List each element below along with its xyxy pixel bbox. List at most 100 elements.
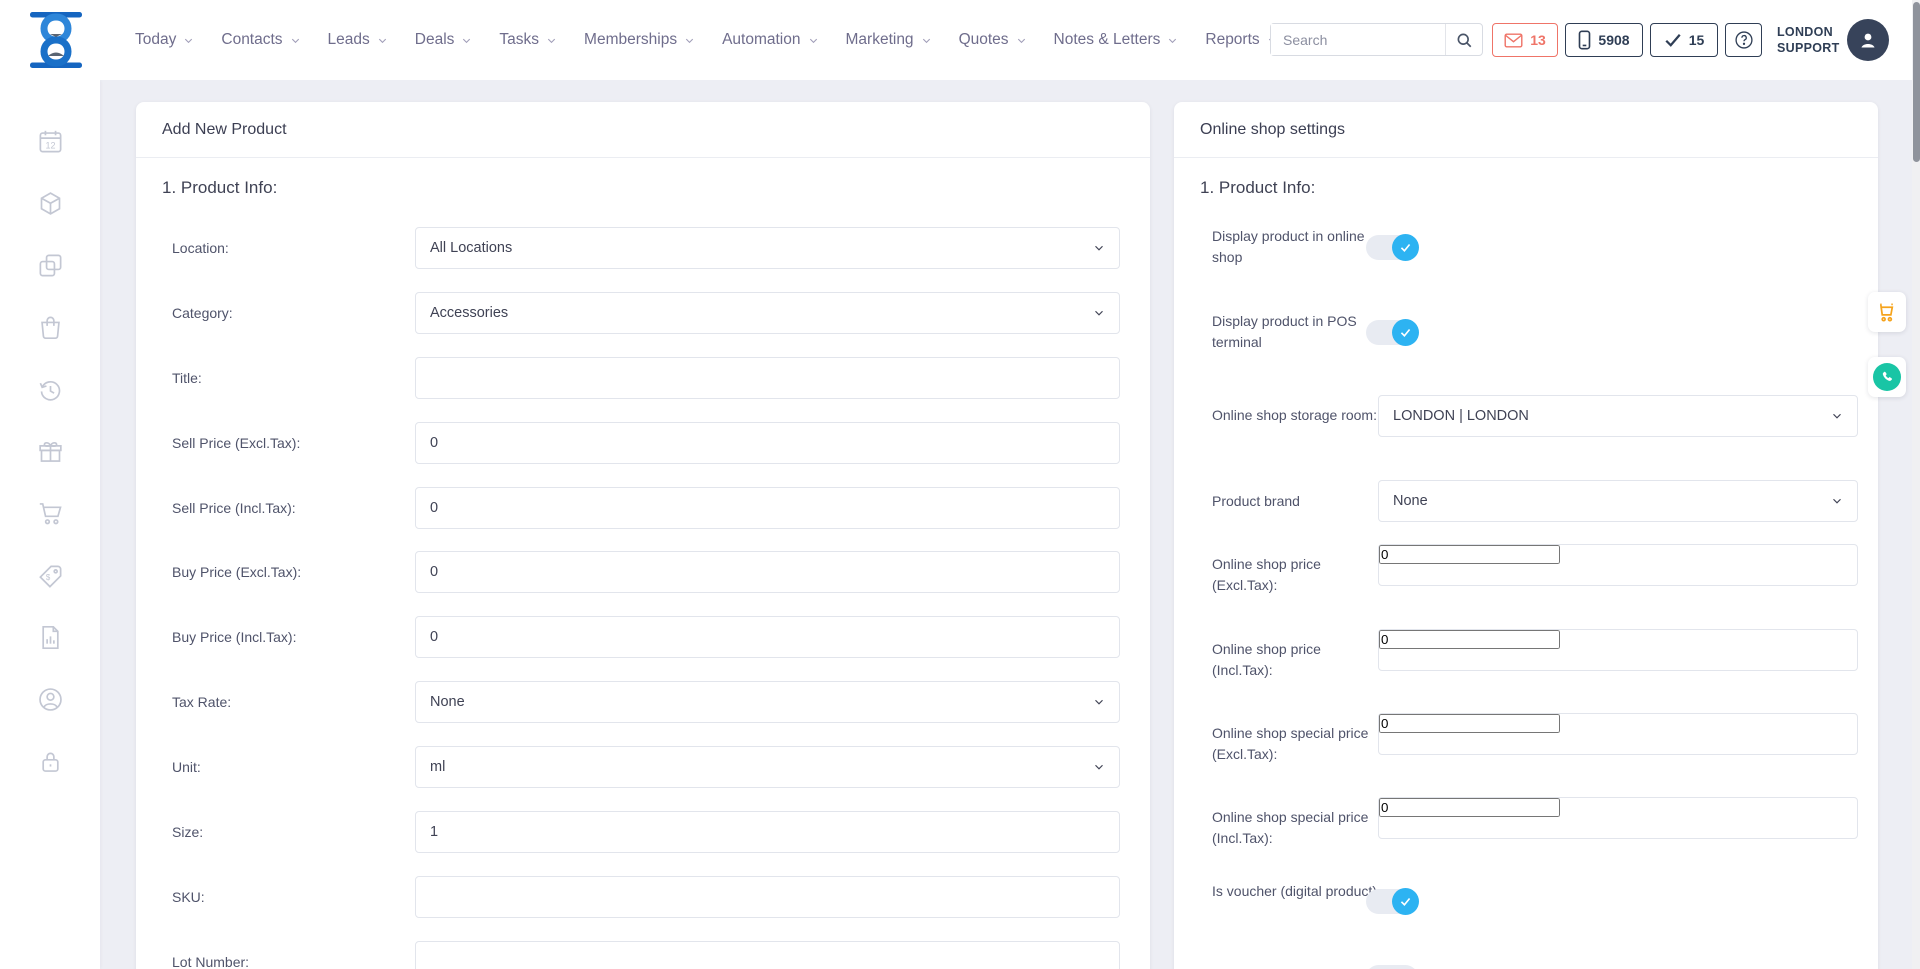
gift-icon[interactable] xyxy=(37,438,64,465)
unit-select[interactable]: ml xyxy=(415,746,1120,788)
nav-deals[interactable]: Deals xyxy=(415,31,473,49)
field-label: Buy Price (Incl.Tax): xyxy=(172,629,296,645)
copy-icon[interactable] xyxy=(37,252,64,279)
chevron-down-icon xyxy=(546,35,557,46)
check-icon xyxy=(1399,241,1412,254)
field-label: Tax Rate: xyxy=(172,694,231,710)
title-input[interactable] xyxy=(416,358,1119,398)
online-shop-price-excl-input[interactable] xyxy=(1379,545,1560,564)
call-quick-button[interactable] xyxy=(1868,357,1906,397)
messages-count: 13 xyxy=(1530,32,1546,48)
form-row-tax-rate: Tax Rate: None xyxy=(136,681,1150,723)
page-scrollbar[interactable] xyxy=(1912,0,1920,969)
user-icon xyxy=(1856,28,1880,52)
calls-count: 5908 xyxy=(1598,32,1629,48)
search-button[interactable] xyxy=(1445,24,1482,55)
display-online-shop-toggle[interactable] xyxy=(1366,235,1418,260)
form-row-sku: SKU: xyxy=(136,876,1150,918)
svg-text:$: $ xyxy=(46,573,51,582)
package-icon[interactable] xyxy=(37,190,64,217)
sell-price-excl-input[interactable] xyxy=(416,423,1119,463)
category-select[interactable]: Accessories xyxy=(415,292,1120,334)
field-label: Category: xyxy=(172,305,233,321)
app-logo-hourglass-icon[interactable] xyxy=(28,10,84,70)
size-input[interactable] xyxy=(416,812,1119,852)
nav-tasks[interactable]: Tasks xyxy=(499,31,557,49)
question-circle-icon xyxy=(1734,30,1754,50)
nav-label: Automation xyxy=(722,31,800,49)
nav-quotes[interactable]: Quotes xyxy=(959,31,1027,49)
field-label: Online shop price (Incl.Tax): xyxy=(1212,639,1384,681)
location-select[interactable]: All Locations xyxy=(415,227,1120,269)
panel-title: Online shop settings xyxy=(1174,102,1878,158)
sku-input[interactable] xyxy=(416,877,1119,917)
scrollbar-thumb[interactable] xyxy=(1913,2,1920,162)
select-value: All Locations xyxy=(430,240,512,256)
display-pos-terminal-toggle[interactable] xyxy=(1366,320,1418,345)
cart-icon[interactable] xyxy=(37,500,64,527)
history-icon[interactable] xyxy=(37,377,64,404)
price-tag-icon[interactable]: $ xyxy=(37,563,64,590)
nav-memberships[interactable]: Memberships xyxy=(584,31,695,49)
shopping-bag-icon[interactable] xyxy=(37,314,64,341)
field-label: Sell Price (Excl.Tax): xyxy=(172,435,300,451)
buy-price-incl-input[interactable] xyxy=(416,617,1119,657)
avatar[interactable] xyxy=(1847,19,1889,61)
nav-contacts[interactable]: Contacts xyxy=(221,31,300,49)
form-row-sell-price-excl: Sell Price (Excl.Tax): xyxy=(136,422,1150,464)
tasks-badge[interactable]: 15 xyxy=(1650,23,1718,57)
chevron-down-icon xyxy=(1092,306,1106,320)
help-button[interactable] xyxy=(1725,23,1762,57)
field-label: Sell Price (Incl.Tax): xyxy=(172,500,296,516)
chevron-down-icon xyxy=(461,35,472,46)
lock-icon[interactable] xyxy=(37,748,64,775)
check-icon xyxy=(1664,32,1682,48)
calendar-icon[interactable]: 12 xyxy=(37,128,64,155)
nav-today[interactable]: Today xyxy=(135,31,194,49)
chevron-down-icon xyxy=(183,35,194,46)
is-voucher-toggle[interactable] xyxy=(1366,889,1418,914)
buy-price-excl-input[interactable] xyxy=(416,552,1119,592)
select-value: None xyxy=(1393,493,1428,509)
online-shop-settings-panel: Online shop settings 1. Product Info: Di… xyxy=(1174,102,1878,969)
toggle-partial[interactable] xyxy=(1366,965,1418,969)
report-icon[interactable] xyxy=(37,624,64,651)
nav-automation[interactable]: Automation xyxy=(722,31,818,49)
messages-badge[interactable]: 13 xyxy=(1492,23,1558,57)
online-shop-price-incl-input[interactable] xyxy=(1379,630,1560,649)
field-label: Buy Price (Excl.Tax): xyxy=(172,564,301,580)
customer-icon[interactable] xyxy=(37,686,64,713)
form-row-size: Size: xyxy=(136,811,1150,853)
envelope-icon xyxy=(1504,33,1523,48)
form-row-location: Location: All Locations xyxy=(136,227,1150,269)
chevron-down-icon xyxy=(1830,494,1844,508)
form-row-unit: Unit: ml xyxy=(136,746,1150,788)
nav-reports[interactable]: Reports xyxy=(1205,31,1277,49)
user-name-line1: LONDON xyxy=(1777,24,1843,40)
user-name-line2: SUPPORT xyxy=(1777,40,1843,56)
online-shop-special-price-excl-input[interactable] xyxy=(1379,714,1560,733)
calls-badge[interactable]: 5908 xyxy=(1565,23,1643,57)
form-row-sell-price-incl: Sell Price (Incl.Tax): xyxy=(136,487,1150,529)
nav-notes-letters[interactable]: Notes & Letters xyxy=(1054,31,1179,49)
sell-price-incl-input[interactable] xyxy=(416,488,1119,528)
online-shop-special-price-incl-input[interactable] xyxy=(1379,798,1560,817)
nav-marketing[interactable]: Marketing xyxy=(846,31,932,49)
chevron-down-icon xyxy=(1016,35,1027,46)
field-label: Online shop special price (Incl.Tax): xyxy=(1212,807,1384,849)
search-input[interactable] xyxy=(1271,24,1445,55)
tax-rate-select[interactable]: None xyxy=(415,681,1120,723)
storage-room-select[interactable]: LONDON | LONDON xyxy=(1378,395,1858,437)
nav-label: Deals xyxy=(415,31,455,49)
online-shop-quick-button[interactable] xyxy=(1868,292,1906,332)
field-label: Online shop storage room: xyxy=(1212,405,1384,426)
form-row-title: Title: xyxy=(136,357,1150,399)
lot-number-input[interactable] xyxy=(416,942,1119,969)
nav-label: Today xyxy=(135,31,176,49)
form-row-buy-price-excl: Buy Price (Excl.Tax): xyxy=(136,551,1150,593)
chevron-down-icon xyxy=(290,35,301,46)
chevron-down-icon xyxy=(808,35,819,46)
nav-leads[interactable]: Leads xyxy=(328,31,388,49)
product-brand-select[interactable]: None xyxy=(1378,480,1858,522)
field-label: Location: xyxy=(172,240,229,256)
